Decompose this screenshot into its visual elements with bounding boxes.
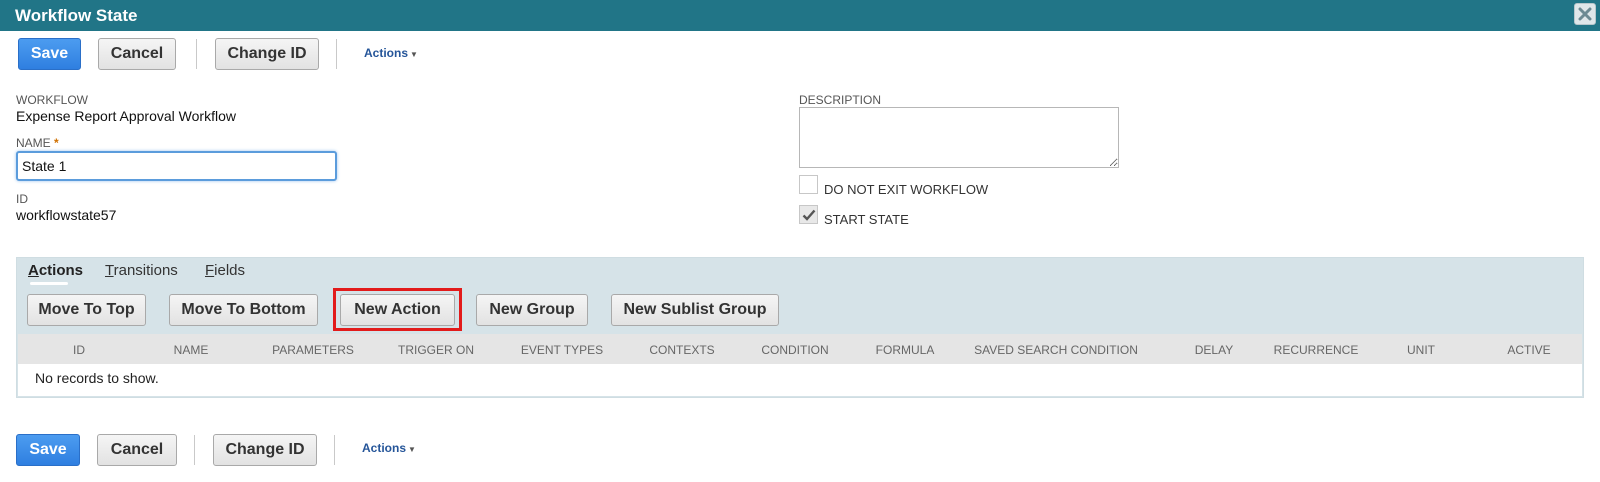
toolbar-separator [336, 39, 337, 69]
start-state-checkbox[interactable] [799, 205, 818, 224]
column-header-name[interactable]: NAME [174, 343, 209, 357]
actions-menu-label: Actions [364, 46, 409, 60]
toolbar-separator [334, 435, 335, 465]
description-textarea[interactable] [799, 107, 1119, 168]
column-header-unit[interactable]: UNIT [1407, 343, 1435, 357]
new-action-button[interactable]: New Action [340, 294, 455, 326]
grid-body: No records to show. [18, 364, 1582, 396]
required-marker: * [54, 136, 59, 150]
checkmark-icon [802, 209, 815, 221]
column-header-delay[interactable]: DELAY [1195, 343, 1233, 357]
name-label-text: NAME [16, 136, 51, 150]
new-sublist-group-button[interactable]: New Sublist Group [611, 294, 779, 326]
do-not-exit-checkbox[interactable] [799, 175, 818, 194]
actions-menu-bottom[interactable]: Actions ▼ [362, 441, 416, 455]
new-group-button[interactable]: New Group [476, 294, 588, 326]
grid-header: ID NAME PARAMETERS TRIGGER ON EVENT TYPE… [18, 334, 1582, 364]
column-header-trigger-on[interactable]: TRIGGER ON [398, 343, 474, 357]
name-input[interactable] [16, 151, 337, 181]
workflow-label: WORKFLOW [16, 93, 88, 107]
workflow-value: Expense Report Approval Workflow [16, 108, 236, 124]
column-header-parameters[interactable]: PARAMETERS [272, 343, 354, 357]
change-id-button-bottom[interactable]: Change ID [213, 434, 317, 466]
move-to-top-button[interactable]: Move To Top [27, 294, 146, 326]
do-not-exit-label: DO NOT EXIT WORKFLOW [824, 182, 989, 197]
change-id-button[interactable]: Change ID [215, 38, 319, 70]
save-button-bottom[interactable]: Save [16, 434, 80, 466]
start-state-label: START STATE [824, 212, 909, 227]
window-title: Workflow State [15, 6, 138, 25]
cancel-button[interactable]: Cancel [98, 38, 176, 70]
id-value: workflowstate57 [16, 207, 117, 223]
column-header-recurrence[interactable]: RECURRENCE [1274, 343, 1359, 357]
active-tab-indicator [30, 282, 68, 285]
column-header-condition[interactable]: CONDITION [761, 343, 828, 357]
id-label: ID [16, 192, 28, 206]
toolbar-separator [194, 435, 195, 465]
caret-down-icon: ▼ [408, 445, 416, 454]
tab-transitions[interactable]: Transitions [105, 262, 178, 279]
column-header-active[interactable]: ACTIVE [1507, 343, 1550, 357]
move-to-bottom-button[interactable]: Move To Bottom [169, 294, 318, 326]
column-header-formula[interactable]: FORMULA [876, 343, 935, 357]
name-label: NAME * [16, 136, 59, 150]
column-header-event-types[interactable]: EVENT TYPES [521, 343, 603, 357]
column-header-saved-search-condition[interactable]: SAVED SEARCH CONDITION [974, 343, 1138, 357]
actions-menu[interactable]: Actions ▼ [364, 46, 418, 60]
tab-fields[interactable]: Fields [205, 262, 245, 279]
column-header-id[interactable]: ID [73, 343, 85, 357]
toolbar-separator [196, 39, 197, 69]
cancel-button-bottom[interactable]: Cancel [97, 434, 177, 466]
close-icon [1578, 7, 1592, 21]
description-label: DESCRIPTION [799, 93, 882, 107]
empty-message: No records to show. [35, 370, 159, 386]
tab-actions[interactable]: Actions [28, 262, 83, 279]
title-bar: Workflow State [0, 0, 1600, 31]
column-header-contexts[interactable]: CONTEXTS [649, 343, 714, 357]
save-button[interactable]: Save [18, 38, 81, 70]
caret-down-icon: ▼ [410, 50, 418, 59]
close-button[interactable] [1574, 3, 1596, 25]
actions-menu-label: Actions [362, 441, 407, 455]
